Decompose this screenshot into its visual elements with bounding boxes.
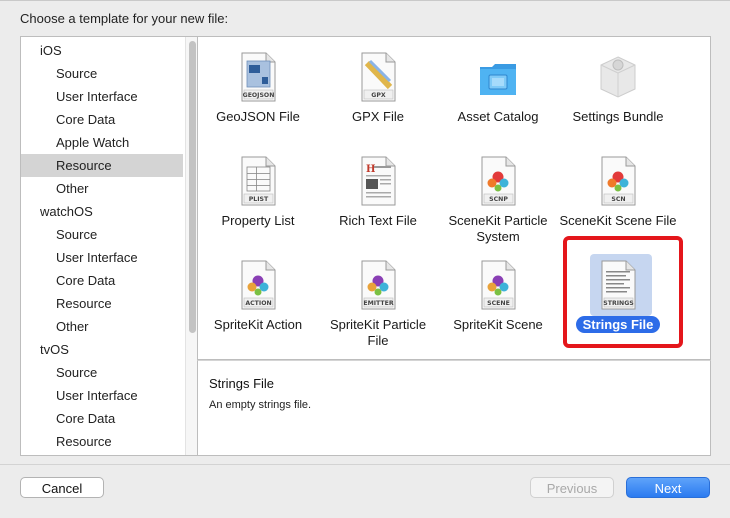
cancel-button[interactable]: Cancel — [20, 477, 104, 498]
sidebar-item[interactable]: Source — [21, 223, 183, 246]
sidebar-item[interactable]: Core Data — [21, 269, 183, 292]
template-item[interactable]: SCNP SceneKit Particle System — [439, 155, 557, 250]
template-description-panel: Strings File An empty strings file. — [197, 360, 711, 456]
svg-text:GEOJSON: GEOJSON — [243, 92, 275, 99]
template-label: Rich Text File — [339, 213, 417, 228]
geojson-file-icon: GEOJSON — [238, 51, 278, 103]
sidebar-item[interactable]: Core Data — [21, 407, 183, 430]
sidebar-item[interactable]: Source — [21, 361, 183, 384]
description-text: An empty strings file. — [209, 399, 312, 411]
template-label: GPX File — [351, 109, 404, 124]
template-item[interactable]: GPX GPX File — [319, 51, 437, 146]
scenekit-particle-system-icon: SCNP — [478, 155, 518, 207]
bottom-divider — [0, 464, 730, 465]
svg-text:EMITTER: EMITTER — [363, 300, 393, 307]
svg-text:PLIST: PLIST — [249, 196, 269, 203]
template-item[interactable]: GEOJSON GeoJSON File — [199, 51, 317, 146]
sidebar-item[interactable]: Resource — [21, 154, 183, 177]
top-divider — [0, 0, 730, 1]
sidebar-section-header: iOS — [40, 43, 62, 58]
template-label: SpriteKit Action — [213, 317, 303, 332]
annotation-highlight-box — [563, 236, 683, 348]
description-title: Strings File — [209, 376, 275, 391]
template-item[interactable]: EMITTER SpriteKit Particle File — [319, 259, 437, 354]
spritekit-particle-file-icon: EMITTER — [358, 259, 398, 311]
template-label: SpriteKit Scene — [453, 317, 543, 332]
template-item[interactable]: Settings Bundle — [559, 51, 677, 146]
template-category-list[interactable]: iOS Source User Interface Core Data Apple Wa… — [20, 36, 197, 456]
scenekit-scene-file-icon: SCN — [598, 155, 638, 207]
sidebar-item[interactable]: Source — [21, 62, 183, 85]
asset-catalog-icon — [478, 51, 518, 103]
sidebar-item[interactable]: Resource — [21, 292, 183, 315]
dialog-title: Choose a template for your new file: — [20, 11, 229, 26]
svg-text:SCN: SCN — [611, 196, 625, 203]
sidebar-scrollbar[interactable] — [185, 37, 197, 455]
svg-text:SCENE: SCENE — [487, 300, 510, 307]
svg-text:H: H — [366, 164, 375, 175]
sidebar-item[interactable]: User Interface — [21, 384, 183, 407]
template-label: SpriteKit Particle File — [329, 317, 427, 348]
sidebar-item[interactable]: Other — [21, 177, 183, 200]
sidebar-item[interactable]: User Interface — [21, 85, 183, 108]
next-button[interactable]: Next — [626, 477, 710, 498]
rich-text-file-icon: H — [358, 155, 398, 207]
template-label: GeoJSON File — [216, 109, 300, 124]
spritekit-scene-icon: SCENE — [478, 259, 518, 311]
template-label: SceneKit Particle System — [448, 213, 548, 244]
sidebar-item[interactable]: Other — [21, 315, 183, 338]
template-item[interactable]: ACTION SpriteKit Action — [199, 259, 317, 354]
svg-text:GPX: GPX — [371, 92, 386, 99]
sidebar-section-header: watchOS — [40, 204, 93, 219]
spritekit-action-icon: ACTION — [238, 259, 278, 311]
gpx-file-icon: GPX — [358, 51, 398, 103]
sidebar-item[interactable]: Apple Watch — [21, 131, 183, 154]
sidebar-item[interactable]: User Interface — [21, 246, 183, 269]
template-label: Settings Bundle — [572, 109, 664, 124]
template-label: Property List — [221, 213, 295, 228]
template-item[interactable]: PLIST Property List — [199, 155, 317, 250]
template-item[interactable]: Asset Catalog — [439, 51, 557, 146]
svg-text:ACTION: ACTION — [245, 300, 271, 307]
previous-button[interactable]: Previous — [530, 477, 614, 498]
settings-bundle-icon — [598, 51, 638, 103]
sidebar-section-header: tvOS — [40, 342, 69, 357]
template-label: SceneKit Scene File — [559, 213, 677, 228]
sidebar-scrollbar-thumb[interactable] — [189, 41, 196, 333]
template-label: Asset Catalog — [457, 109, 539, 124]
template-item[interactable]: SCENE SpriteKit Scene — [439, 259, 557, 354]
svg-text:SCNP: SCNP — [489, 196, 508, 203]
sidebar-item[interactable]: Resource — [21, 430, 183, 453]
property-list-icon: PLIST — [238, 155, 278, 207]
template-item[interactable]: H Rich Text File — [319, 155, 437, 250]
sidebar-item[interactable]: Core Data — [21, 108, 183, 131]
